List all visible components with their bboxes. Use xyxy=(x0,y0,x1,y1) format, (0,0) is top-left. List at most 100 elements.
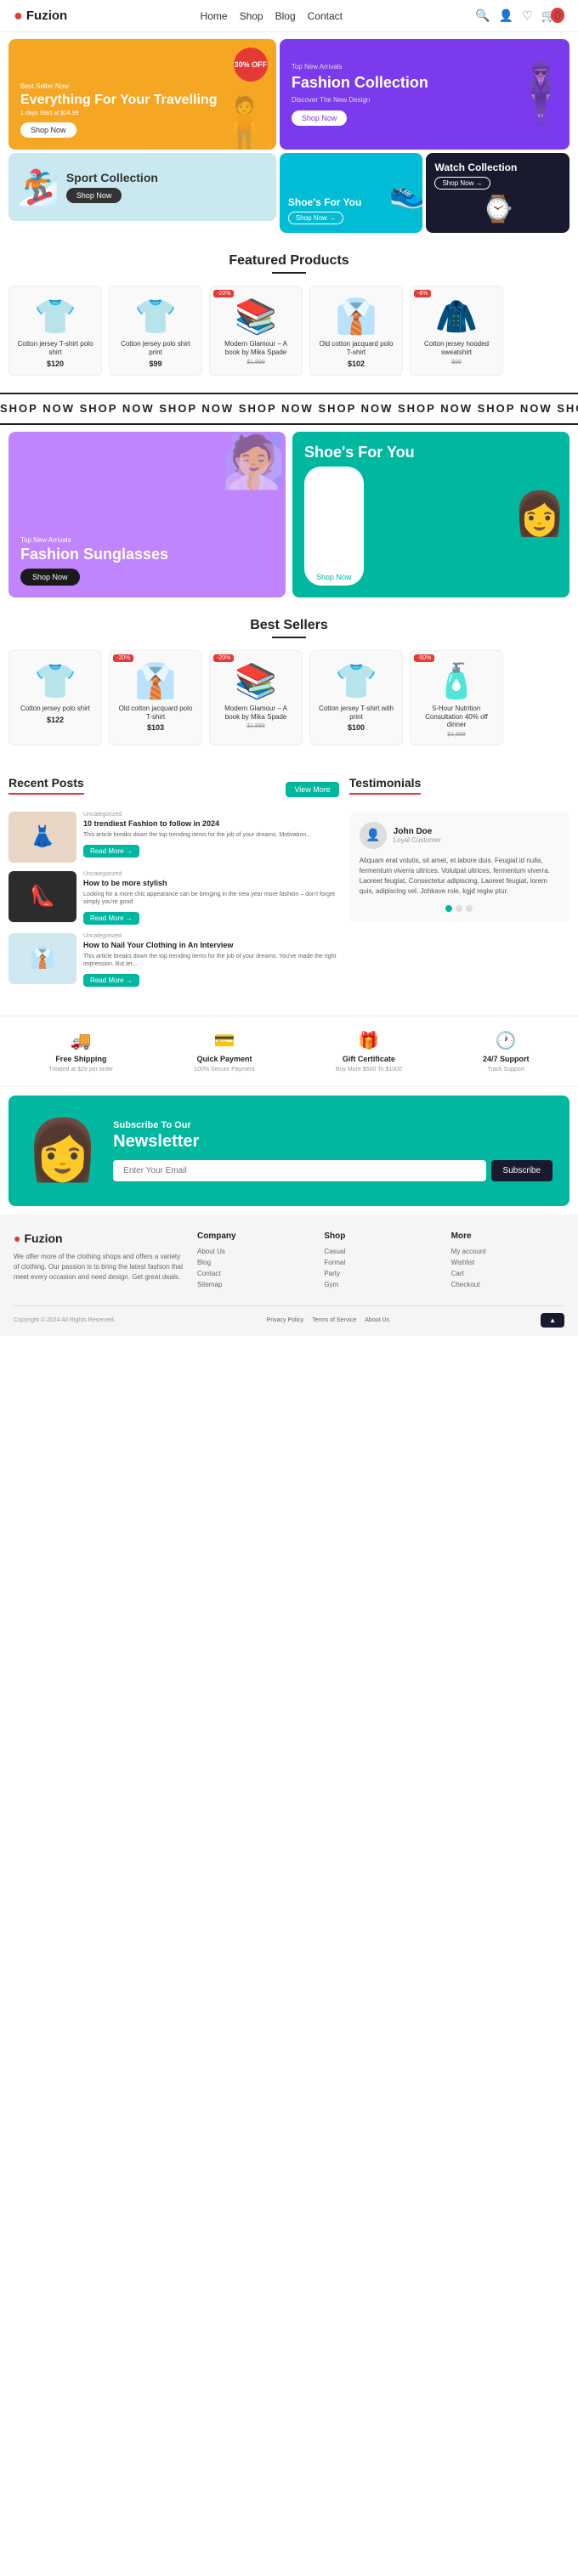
testi-dot-1[interactable] xyxy=(445,905,452,912)
fashion-tag: Top New Arrivals xyxy=(20,536,274,544)
feature-shipping: 🚚 Free Shipping Treated at $29 per order xyxy=(49,1030,114,1073)
hero-travelling-banner: 30% OFF Best Seller Now Everything For Y… xyxy=(8,39,276,150)
wishlist-icon[interactable]: ♡ xyxy=(522,8,533,23)
footer-more-col: More My account Wishlist Cart Checkout xyxy=(451,1231,564,1292)
bs-product-price-4: $100 xyxy=(317,723,395,732)
bestseller-product-5[interactable]: -50% 🧴 5-Hour Nutrition Consultation 40%… xyxy=(410,650,503,745)
featured-product-5[interactable]: -8% 🧥 Cotton jersey hooded sweatshirt $9… xyxy=(410,286,503,375)
footer-more-link-1[interactable]: Wishlist xyxy=(451,1259,564,1266)
product-badge-3: -20% xyxy=(213,290,234,297)
hero-shoes-banner: Shoe's For You Shop Now → 👟 xyxy=(280,153,423,233)
fashion-sunglasses-btn[interactable]: Shop Now xyxy=(20,569,80,586)
nav-contact[interactable]: Contact xyxy=(308,10,343,22)
featured-product-1[interactable]: 👕 Cotton jersey T-shirt polo shirt $120 xyxy=(8,286,102,375)
product-price-4: $102 xyxy=(317,360,395,368)
testi-dot-3[interactable] xyxy=(466,905,473,912)
testi-dot-2[interactable] xyxy=(456,905,462,912)
featured-product-4[interactable]: 👔 Old cotton jacquard polo T-shirt $102 xyxy=(309,286,403,375)
newsletter-subscribe-btn[interactable]: Subscribe xyxy=(491,1160,552,1181)
featured-title: Featured Products xyxy=(8,253,570,269)
footer-shop-link-3[interactable]: Gym xyxy=(324,1281,437,1288)
post-read-more-3[interactable]: Read More → xyxy=(83,974,139,987)
feature-support-sub: Track Support xyxy=(487,1067,524,1073)
bs-product-name-5: 5-Hour Nutrition Consultation 40% off di… xyxy=(417,705,496,729)
bestseller-product-2[interactable]: -20% 👔 Old cotton jacquard polo T-shirt … xyxy=(109,650,202,745)
footer-company-link-3[interactable]: Sitemap xyxy=(197,1281,310,1288)
footer-shop-link-2[interactable]: Party xyxy=(324,1270,437,1277)
shoes-for-you-btn[interactable]: Shop Now xyxy=(304,467,364,586)
logo[interactable]: ● Fuzion xyxy=(14,7,67,25)
hero-right-bottom: Shoe's For You Shop Now → 👟 Watch Collec… xyxy=(280,153,570,233)
footer-more-link-3[interactable]: Checkout xyxy=(451,1281,564,1288)
product-name-3: Modern Glamour – A book by Mika Spade xyxy=(217,340,295,356)
user-icon[interactable]: 👤 xyxy=(499,8,513,23)
bs-product-name-1: Cotton jersey polo shirt xyxy=(16,705,94,713)
footer-logo-icon: ● xyxy=(14,1231,20,1245)
bs-product-price-1: $122 xyxy=(16,716,94,724)
hero-shoes-btn[interactable]: Shop Now → xyxy=(288,212,343,224)
footer-privacy-link-2[interactable]: About Us xyxy=(365,1317,389,1323)
bs-product-img-5: 🧴 xyxy=(417,661,496,701)
bestseller-product-4[interactable]: 👕 Cotton jersey T-shirt with print $100 xyxy=(309,650,403,745)
product-img-1: 👕 xyxy=(16,297,94,337)
footer-privacy-link-0[interactable]: Privacy Policy xyxy=(267,1317,304,1323)
footer-company-link-0[interactable]: About Us xyxy=(197,1248,310,1255)
footer-more-link-2[interactable]: Cart xyxy=(451,1270,564,1277)
cart-icon[interactable]: 🛒0 xyxy=(541,8,564,23)
footer-company-link-1[interactable]: Blog xyxy=(197,1259,310,1266)
posts-column: Recent Posts View More 👗 Uncategorized 1… xyxy=(8,776,339,995)
hero-travelling-btn[interactable]: Shop Now xyxy=(20,122,76,138)
fashion-person-decoration: 🕴 xyxy=(504,59,570,129)
newsletter-email-input[interactable] xyxy=(113,1160,485,1181)
nav-blog[interactable]: Blog xyxy=(275,10,296,22)
footer-company-link-2[interactable]: Contact xyxy=(197,1270,310,1277)
gift-icon: 🎁 xyxy=(358,1030,379,1051)
hero-discount-badge: 30% OFF xyxy=(234,48,268,82)
bestsellers-section: Best Sellers 👕 Cotton jersey polo shirt … xyxy=(0,604,578,762)
footer-more-link-0[interactable]: My account xyxy=(451,1248,564,1255)
footer-shop-link-1[interactable]: Formal xyxy=(324,1259,437,1266)
footer-bottom: Copyright © 2024 All Rights Reserved. Pr… xyxy=(14,1305,564,1328)
post-read-more-1[interactable]: Read More → xyxy=(83,845,139,858)
footer-company-title: Company xyxy=(197,1231,310,1241)
post-title-2: How to be more stylish xyxy=(83,879,339,889)
hero-sport-banner: 🏂 Sport Collection Shop Now xyxy=(8,153,276,221)
feature-shipping-title: Free Shipping xyxy=(55,1055,106,1063)
hero-sport-btn[interactable]: Shop Now xyxy=(66,188,122,203)
footer-more-title: More xyxy=(451,1231,564,1241)
hero-left: 30% OFF Best Seller Now Everything For Y… xyxy=(8,39,276,233)
nav-shop[interactable]: Shop xyxy=(240,10,264,22)
hero-fashion-btn[interactable]: Shop Now xyxy=(292,110,348,126)
bestseller-product-3[interactable]: -20% 📚 Modern Glamour – A book by Mika S… xyxy=(209,650,303,745)
feature-shipping-sub: Treated at $29 per order xyxy=(49,1067,114,1073)
posts-testi-section: Recent Posts View More 👗 Uncategorized 1… xyxy=(0,762,578,1009)
nav-links: Home Shop Blog Contact xyxy=(201,10,343,22)
product-old-price-5: $99 xyxy=(417,360,496,365)
fashion-sunglasses-title: Fashion Sunglasses xyxy=(20,546,274,564)
featured-product-3[interactable]: -20% 📚 Modern Glamour – A book by Mika S… xyxy=(209,286,303,375)
footer-brand: ● Fuzion We offer more of the clothing s… xyxy=(14,1231,184,1292)
navbar: ● Fuzion Home Shop Blog Contact 🔍 👤 ♡ 🛒0 xyxy=(0,0,578,32)
post-read-more-2[interactable]: Read More → xyxy=(83,912,139,925)
watch-emoji: ⌚ xyxy=(434,195,561,224)
features-bar: 🚚 Free Shipping Treated at $29 per order… xyxy=(0,1016,578,1087)
post-title-1: 10 trendiest Fashion to follow in 2024 xyxy=(83,819,339,829)
nav-home[interactable]: Home xyxy=(201,10,228,22)
featured-product-2[interactable]: 👕 Cotton jersey polo shirt print $99 xyxy=(109,286,202,375)
footer-privacy-link-1[interactable]: Terms of Service xyxy=(312,1317,356,1323)
back-to-top-btn[interactable]: ▲ xyxy=(541,1313,564,1328)
hero-watch-btn[interactable]: Shop Now → xyxy=(434,177,490,190)
view-more-btn[interactable]: View More xyxy=(286,782,338,797)
bestsellers-title: Best Sellers xyxy=(8,618,570,633)
marquee-text: SHOP NOW SHOP NOW SHOP NOW SHOP NOW SHOP… xyxy=(0,402,578,415)
feature-payment-title: Quick Payment xyxy=(196,1055,252,1063)
testi-dots xyxy=(360,905,559,912)
post-item-2: 👠 Uncategorized How to be more stylish L… xyxy=(8,871,339,925)
bestseller-product-1[interactable]: 👕 Cotton jersey polo shirt $122 xyxy=(8,650,102,745)
hero-watch-title: Watch Collection xyxy=(434,161,561,173)
footer-shop-link-0[interactable]: Casual xyxy=(324,1248,437,1255)
search-icon[interactable]: 🔍 xyxy=(475,8,490,23)
post-img-1: 👗 xyxy=(8,812,76,863)
marquee-bar: SHOP NOW SHOP NOW SHOP NOW SHOP NOW SHOP… xyxy=(0,393,578,425)
footer-more-links: My account Wishlist Cart Checkout xyxy=(451,1248,564,1288)
